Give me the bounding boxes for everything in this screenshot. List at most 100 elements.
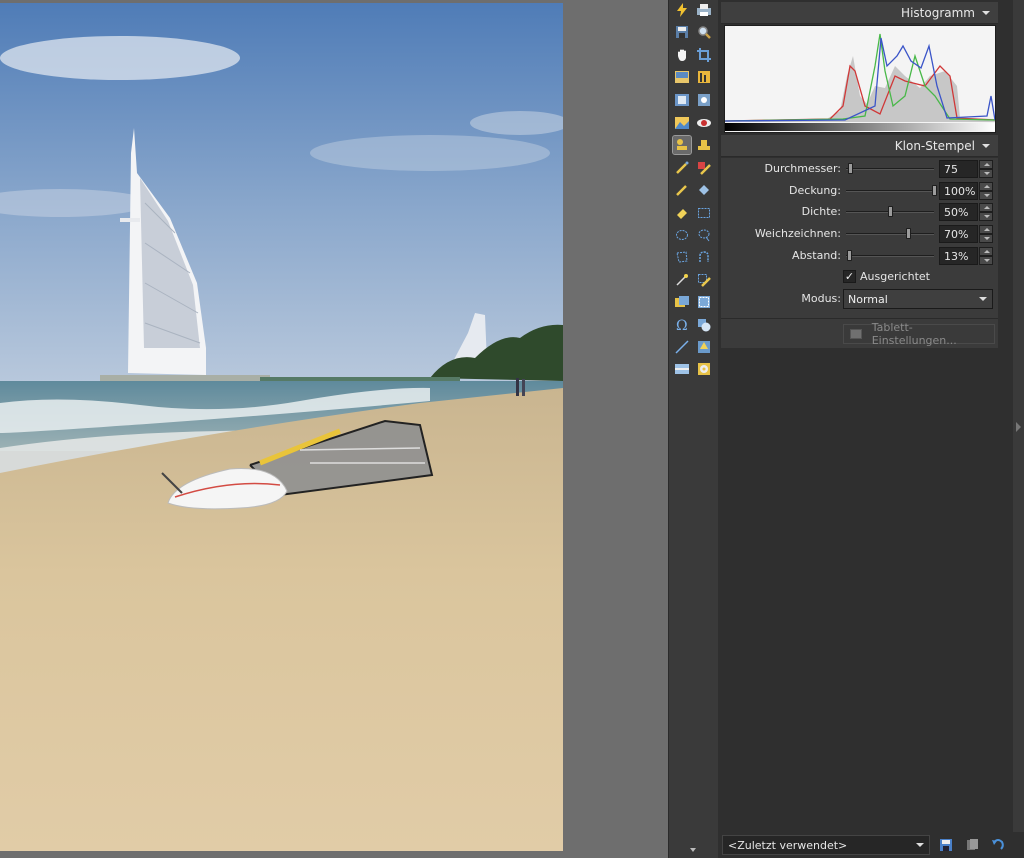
param-row-deckung: Deckung: 100% <box>721 181 998 201</box>
spin-down-icon[interactable] <box>979 212 993 221</box>
image-icon[interactable] <box>673 68 691 86</box>
durchmesser-spinner[interactable] <box>979 160 993 178</box>
deckung-spinner[interactable] <box>979 182 993 200</box>
weichzeichnen-input[interactable]: 70% <box>939 225 978 243</box>
line-icon[interactable] <box>673 338 691 356</box>
param-row-dichte: Dichte: 50% <box>721 202 998 222</box>
dichte-spinner[interactable] <box>979 203 993 221</box>
save-preset-icon[interactable] <box>938 837 954 853</box>
image-canvas[interactable] <box>0 0 668 858</box>
properties-panel: Histogramm Klon-Stempel Durchmesser: 75 <box>718 0 1013 858</box>
slider-thumb[interactable] <box>848 163 854 174</box>
section-divider <box>721 318 998 319</box>
abstand-slider[interactable] <box>846 250 934 261</box>
stamp-icon[interactable] <box>695 136 713 154</box>
crop-icon[interactable] <box>695 46 713 64</box>
gradient-icon[interactable] <box>695 338 713 356</box>
mask-select-icon[interactable] <box>695 293 713 311</box>
bars-icon[interactable] <box>673 360 691 378</box>
chevron-down-icon[interactable] <box>916 843 924 847</box>
bottom-bar: <Zuletzt verwendet> <box>718 832 1024 858</box>
recent-presets-select[interactable]: <Zuletzt verwendet> <box>722 835 930 855</box>
dichte-slider[interactable] <box>846 206 934 217</box>
durchmesser-slider[interactable] <box>846 163 934 174</box>
deckung-input[interactable]: 100% <box>939 182 978 200</box>
spin-up-icon[interactable] <box>979 225 993 234</box>
spin-down-icon[interactable] <box>979 169 993 178</box>
zoom-icon[interactable] <box>695 23 713 41</box>
svg-text:Ω: Ω <box>676 318 688 332</box>
spin-down-icon[interactable] <box>979 234 993 243</box>
delete-preset-icon[interactable] <box>964 837 980 853</box>
chevron-down-icon[interactable] <box>982 143 990 148</box>
recent-presets-value: <Zuletzt verwendet> <box>728 839 848 852</box>
chevron-down-icon[interactable] <box>979 297 987 301</box>
toolbox-scroll-down-icon[interactable] <box>687 845 699 855</box>
slider-thumb[interactable] <box>905 228 911 239</box>
clone-stamp-options: Durchmesser: 75 Deckung: 100% Dichte: 50… <box>721 158 998 348</box>
weichzeichnen-label: Weichzeichnen: <box>754 227 841 240</box>
magic-wand-icon[interactable] <box>673 271 691 289</box>
brush-icon[interactable] <box>673 159 691 177</box>
target-icon[interactable] <box>695 91 713 109</box>
chevron-right-icon[interactable] <box>1016 422 1021 432</box>
filmstrip-icon[interactable] <box>673 91 691 109</box>
eraser-icon[interactable] <box>673 204 691 222</box>
lightning-icon[interactable] <box>673 1 691 19</box>
chevron-down-icon[interactable] <box>982 10 990 15</box>
poly-lasso-icon[interactable] <box>673 248 691 266</box>
magnet-lasso-icon[interactable] <box>695 248 713 266</box>
deckung-slider[interactable] <box>846 185 937 196</box>
fill-icon[interactable] <box>695 181 713 199</box>
abstand-spinner[interactable] <box>979 247 993 265</box>
mode-value: Normal <box>848 293 888 306</box>
clone-stamp-header[interactable]: Klon-Stempel <box>721 135 998 157</box>
ellipse-select-icon[interactable] <box>673 226 691 244</box>
red-eye-icon[interactable] <box>695 114 713 132</box>
clone-stamp-icon[interactable] <box>672 135 692 155</box>
disc-icon[interactable] <box>695 360 713 378</box>
spin-down-icon[interactable] <box>979 191 993 200</box>
durchmesser-label: Durchmesser: <box>764 162 842 175</box>
photo-beach-burj-al-arab[interactable] <box>0 3 563 851</box>
spin-down-icon[interactable] <box>979 256 993 265</box>
tablet-settings-button[interactable]: Tablett-Einstellungen... <box>843 321 995 347</box>
panel-collapse-handle[interactable] <box>1013 0 1024 858</box>
lasso-icon[interactable] <box>695 226 713 244</box>
print-icon[interactable] <box>695 1 713 19</box>
levels-icon[interactable] <box>695 68 713 86</box>
dichte-input[interactable]: 50% <box>939 203 978 221</box>
healing-icon[interactable] <box>695 159 713 177</box>
hand-icon[interactable] <box>673 46 691 64</box>
pencil-select-icon[interactable] <box>695 271 713 289</box>
abstand-input[interactable]: 13% <box>939 247 978 265</box>
spin-up-icon[interactable] <box>979 182 993 191</box>
spin-up-icon[interactable] <box>979 160 993 169</box>
shape-icon[interactable] <box>695 316 713 334</box>
slider-thumb[interactable] <box>846 250 852 261</box>
text-icon[interactable]: Ω <box>673 316 691 334</box>
dichte-label: Dichte: <box>801 205 841 218</box>
weichzeichnen-spinner[interactable] <box>979 225 993 243</box>
mode-label: Modus: <box>801 292 841 305</box>
aligned-option[interactable]: ✓ Ausgerichtet <box>843 268 930 284</box>
spin-up-icon[interactable] <box>979 247 993 256</box>
histogram-header[interactable]: Histogramm <box>721 2 998 24</box>
reset-icon[interactable] <box>990 837 1006 853</box>
aligned-checkbox[interactable]: ✓ <box>843 269 856 283</box>
pen-icon[interactable] <box>673 181 691 199</box>
slider-thumb[interactable] <box>932 185 937 196</box>
histogram-title: Histogramm <box>901 5 975 20</box>
clone-stamp-title: Klon-Stempel <box>894 138 975 153</box>
durchmesser-input[interactable]: 75 <box>939 160 978 178</box>
aligned-label: Ausgerichtet <box>860 269 930 283</box>
save-icon[interactable] <box>673 23 691 41</box>
mode-select[interactable]: Normal <box>843 289 993 309</box>
spin-up-icon[interactable] <box>979 203 993 212</box>
deckung-label: Deckung: <box>789 184 841 197</box>
weichzeichnen-slider[interactable] <box>846 228 934 239</box>
rect-select-icon[interactable] <box>695 204 713 222</box>
landscape-icon[interactable] <box>673 114 691 132</box>
slider-thumb[interactable] <box>888 206 893 217</box>
layer-icon[interactable] <box>673 293 691 311</box>
